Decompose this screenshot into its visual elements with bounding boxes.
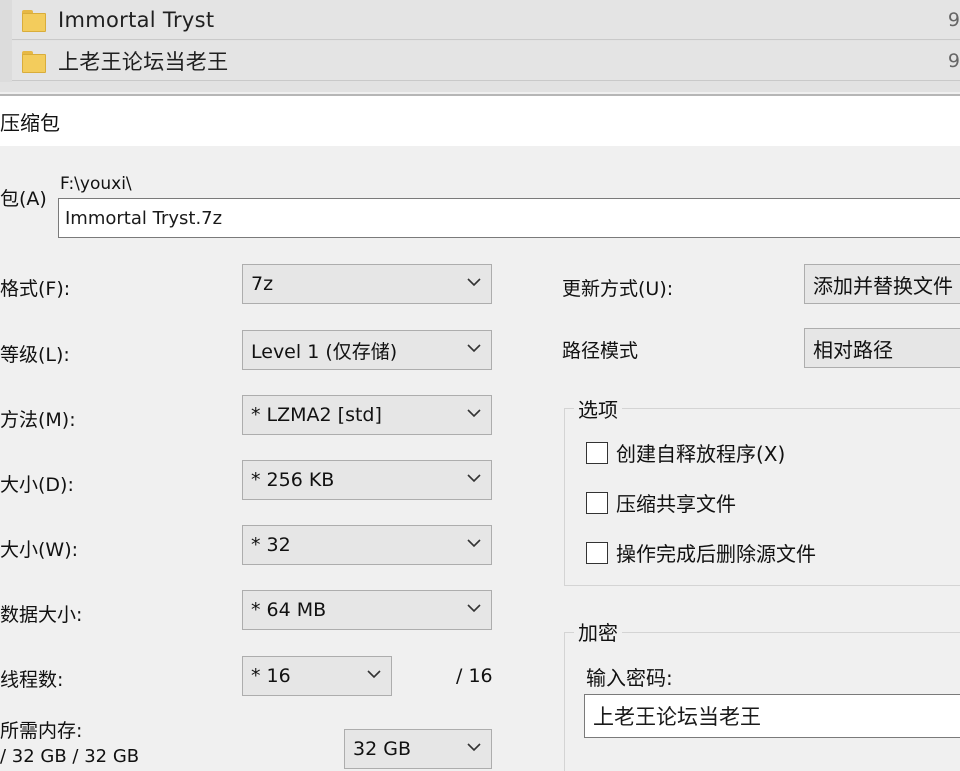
word-size-label: 大小(W): <box>0 539 79 561</box>
create-sfx-checkbox[interactable]: 创建自释放程序(X) <box>586 438 785 467</box>
chevron-down-icon <box>367 669 381 681</box>
word-size-select[interactable]: * 32 <box>242 525 492 565</box>
solid-block-value: * 64 MB <box>251 599 327 621</box>
checkbox-box[interactable] <box>586 441 608 464</box>
dialog-titlebar: 压缩包 <box>0 96 960 146</box>
word-size-value: * 32 <box>251 534 291 556</box>
memory-label: 所需内存: <box>0 720 83 742</box>
solid-block-select[interactable]: * 64 MB <box>242 590 492 630</box>
method-select[interactable]: * LZMA2 [std] <box>242 395 492 435</box>
method-label: 方法(M): <box>0 409 76 431</box>
threads-label: 线程数: <box>0 669 64 691</box>
archive-path: F:\youxi\ <box>60 174 132 194</box>
chevron-down-icon <box>467 408 481 420</box>
threads-max: / 16 <box>456 665 493 687</box>
delete-after-checkbox[interactable]: 操作完成后删除源文件 <box>586 538 816 567</box>
path-mode-value: 相对路径 <box>813 337 893 362</box>
memory-limit-select[interactable]: 32 GB <box>344 729 492 769</box>
chevron-down-icon <box>467 538 481 550</box>
chevron-down-icon <box>467 742 481 754</box>
chevron-down-icon <box>467 277 481 289</box>
checkbox-label: 操作完成后删除源文件 <box>616 542 816 566</box>
level-select[interactable]: Level 1 (仅存储) <box>242 330 492 370</box>
archive-label: 包(A) <box>0 188 47 210</box>
update-mode-value: 添加并替换文件 <box>813 273 953 298</box>
memory-values: / 32 GB / 32 GB <box>0 746 140 767</box>
threads-select[interactable]: * 16 <box>242 656 392 696</box>
file-name: Immortal Tryst <box>58 7 215 32</box>
format-label: 格式(F): <box>0 278 71 300</box>
file-list: Immortal Tryst 9 上老王论坛当老王 9 <box>0 0 960 92</box>
chevron-down-icon <box>467 343 481 355</box>
update-mode-label: 更新方式(U): <box>562 278 674 300</box>
checkbox-label: 压缩共享文件 <box>616 492 736 516</box>
dialog-title: 压缩包 <box>0 110 60 135</box>
checkbox-box[interactable] <box>586 491 608 514</box>
method-value: * LZMA2 [std] <box>251 404 382 426</box>
checkbox-label: 创建自释放程序(X) <box>616 442 786 466</box>
file-size: 9 <box>947 8 960 31</box>
path-mode-select[interactable]: 相对路径 <box>804 328 960 368</box>
dictionary-size-value: * 256 KB <box>251 469 335 491</box>
level-label: 等级(L): <box>0 344 70 366</box>
chevron-down-icon <box>467 473 481 485</box>
level-value: Level 1 (仅存储) <box>251 340 398 363</box>
threads-value: * 16 <box>251 665 291 687</box>
dictionary-size-label: 大小(D): <box>0 474 74 496</box>
chevron-down-icon <box>467 603 481 615</box>
password-input[interactable]: 上老王论坛当老王 <box>584 694 960 738</box>
compress-shared-checkbox[interactable]: 压缩共享文件 <box>586 488 736 517</box>
dictionary-size-select[interactable]: * 256 KB <box>242 460 492 500</box>
password-label: 输入密码: <box>586 666 673 690</box>
encryption-group-title: 加密 <box>574 617 622 646</box>
list-item[interactable]: 上老王论坛当老王 9 <box>12 41 960 81</box>
folder-icon <box>22 50 48 73</box>
update-mode-select[interactable]: 添加并替换文件 <box>804 264 960 304</box>
list-item[interactable]: Immortal Tryst 9 <box>12 0 960 40</box>
checkbox-box[interactable] <box>586 541 608 564</box>
solid-block-label: 数据大小: <box>0 604 83 626</box>
options-group-title: 选项 <box>574 394 622 423</box>
archive-name-input[interactable]: Immortal Tryst.7z <box>58 198 960 238</box>
list-left-strip <box>0 0 12 82</box>
format-select[interactable]: 7z <box>242 264 492 304</box>
folder-icon <box>22 9 48 32</box>
file-name: 上老王论坛当老王 <box>58 49 229 74</box>
file-size: 9 <box>947 49 960 72</box>
memory-limit-value: 32 GB <box>353 738 411 760</box>
path-mode-label: 路径模式 <box>562 340 639 362</box>
format-value: 7z <box>251 273 274 295</box>
